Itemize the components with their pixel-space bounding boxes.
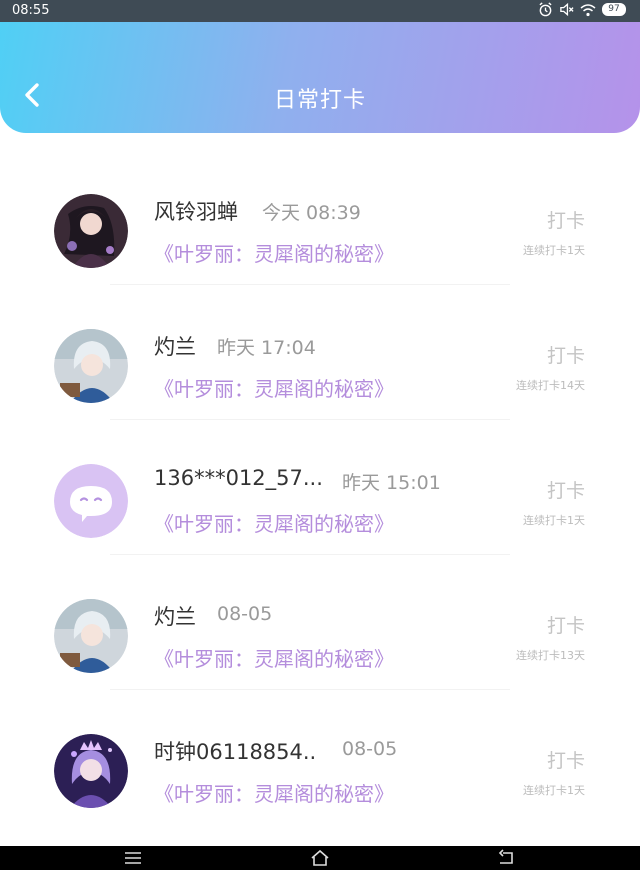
streak-label: 连续打卡1天 (523, 244, 585, 257)
mute-icon (560, 2, 574, 17)
checkin-time: 08-05 (342, 738, 398, 760)
checkin-time: 昨天 17:04 (217, 337, 316, 359)
list-item: 灼兰 08-05 《叶罗丽：灵犀阁的秘密》 打卡 连续打卡13天 (0, 555, 640, 690)
menu-icon[interactable] (123, 849, 143, 867)
streak-label: 连续打卡14天 (516, 379, 585, 392)
book-title[interactable]: 《叶罗丽：灵犀阁的秘密》 (154, 508, 394, 537)
default-avatar-icon[interactable] (54, 464, 128, 538)
list-item: 风铃羽蝉 今天 08:39 《叶罗丽：灵犀阁的秘密》 打卡 连续打卡1天 (0, 150, 640, 285)
list-item: 时钟06118854.. 08-05 《叶罗丽：灵犀阁的秘密》 打卡 连续打卡1… (0, 690, 640, 825)
list-item: 136***012_57... 昨天 15:01 《叶罗丽：灵犀阁的秘密》 打卡… (0, 420, 640, 555)
system-nav-bar (0, 846, 640, 870)
avatar[interactable] (54, 599, 128, 673)
book-title[interactable]: 《叶罗丽：灵犀阁的秘密》 (154, 373, 394, 402)
streak-label: 连续打卡13天 (516, 649, 585, 662)
checkin-time: 昨天 15:01 (342, 472, 441, 494)
user-name: 风铃羽蝉 (154, 200, 238, 224)
checkin-button[interactable]: 打卡 (547, 341, 585, 368)
status-bar: 08:55 97 (0, 0, 640, 22)
header-bar: 08:55 97 日常打卡 (0, 0, 640, 133)
book-title[interactable]: 《叶罗丽：灵犀阁的秘密》 (154, 238, 394, 267)
list-item: 灼兰 昨天 17:04 《叶罗丽：灵犀阁的秘密》 打卡 连续打卡14天 (0, 285, 640, 420)
checkin-button[interactable]: 打卡 (547, 746, 585, 773)
checkin-button[interactable]: 打卡 (547, 476, 585, 503)
avatar[interactable] (54, 734, 128, 808)
user-name: 灼兰 (154, 335, 196, 359)
user-name: 136***012_57... (154, 466, 323, 490)
status-icons: 97 (538, 2, 626, 17)
checkin-button[interactable]: 打卡 (547, 611, 585, 638)
checkin-button[interactable]: 打卡 (547, 206, 585, 233)
streak-label: 连续打卡1天 (523, 784, 585, 797)
page-title: 日常打卡 (273, 88, 366, 113)
user-name: 时钟06118854.. (154, 740, 317, 764)
home-icon[interactable] (310, 849, 330, 867)
status-time: 08:55 (12, 3, 50, 18)
checkin-time: 今天 08:39 (262, 202, 361, 224)
checkin-time: 08-05 (217, 603, 273, 625)
wifi-icon (580, 3, 596, 16)
avatar[interactable] (54, 194, 128, 268)
battery-icon: 97 (602, 3, 626, 16)
streak-label: 连续打卡1天 (523, 514, 585, 527)
checkin-list: 风铃羽蝉 今天 08:39 《叶罗丽：灵犀阁的秘密》 打卡 连续打卡1天 灼兰 … (0, 150, 640, 825)
user-name: 灼兰 (154, 605, 196, 629)
avatar[interactable] (54, 329, 128, 403)
back-nav-icon[interactable] (497, 849, 517, 867)
book-title[interactable]: 《叶罗丽：灵犀阁的秘密》 (154, 778, 394, 807)
book-title[interactable]: 《叶罗丽：灵犀阁的秘密》 (154, 643, 394, 672)
alarm-icon (539, 2, 552, 17)
